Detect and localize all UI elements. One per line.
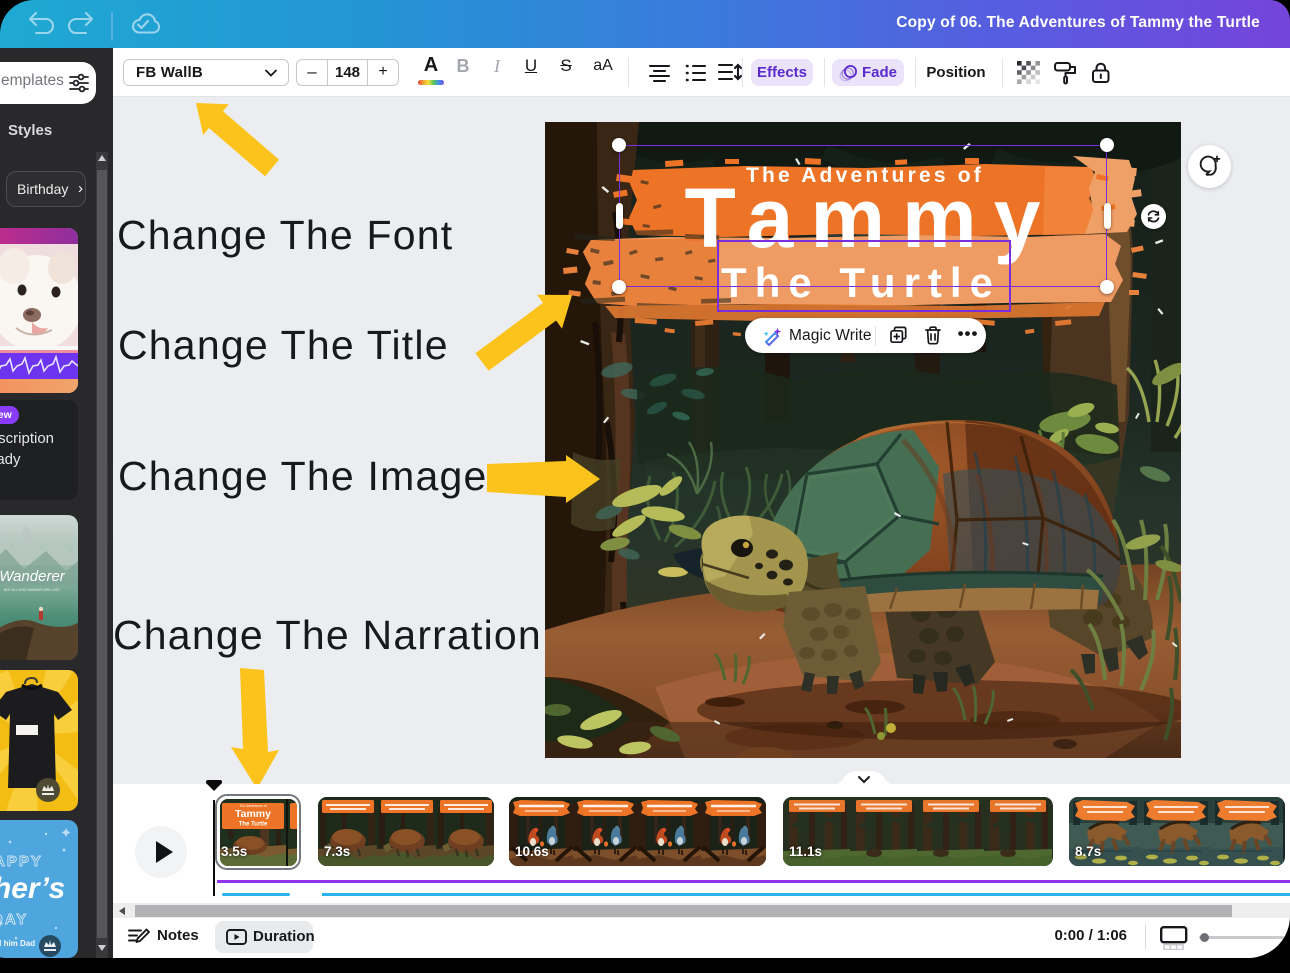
svg-text:ther’s: ther’s bbox=[0, 872, 65, 905]
svg-text:The Adventures of: The Adventures of bbox=[239, 804, 267, 808]
svg-text:Wanderer: Wanderer bbox=[0, 568, 66, 585]
svg-text:DAY: DAY bbox=[0, 911, 28, 928]
svg-text:Tammy: Tammy bbox=[235, 808, 271, 820]
svg-text:call him Dad: call him Dad bbox=[0, 939, 35, 948]
svg-text:APPY: APPY bbox=[0, 853, 43, 870]
svg-text:NOT ALL WHO WANDER ARE LOST: NOT ALL WHO WANDER ARE LOST bbox=[4, 588, 60, 592]
svg-text:The Turtle: The Turtle bbox=[238, 821, 267, 827]
